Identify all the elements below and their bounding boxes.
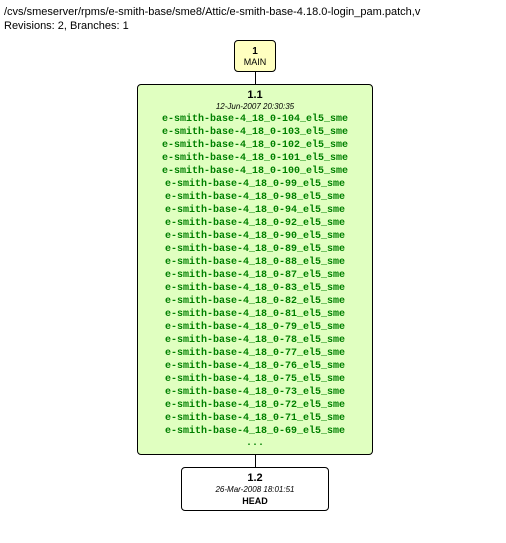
tag-entry: e-smith-base-4_18_0-87_el5_sme [162,269,348,282]
tag-entry: e-smith-base-4_18_0-72_el5_sme [162,399,348,412]
tag-entry: e-smith-base-4_18_0-100_el5_sme [162,165,348,178]
tag-list: e-smith-base-4_18_0-104_el5_smee-smith-b… [162,113,348,438]
revision-graph: 1 MAIN 1.1 12-Jun-2007 20:30:35 e-smith-… [6,40,504,511]
tag-entry: e-smith-base-4_18_0-103_el5_sme [162,126,348,139]
tag-entry: e-smith-base-4_18_0-76_el5_sme [162,360,348,373]
tag-entry: e-smith-base-4_18_0-82_el5_sme [162,295,348,308]
tag-entry: e-smith-base-4_18_0-89_el5_sme [162,243,348,256]
revision-date: 12-Jun-2007 20:30:35 [216,102,294,111]
tag-entry: e-smith-base-4_18_0-101_el5_sme [162,152,348,165]
tag-entry: e-smith-base-4_18_0-102_el5_sme [162,139,348,152]
tag-entry: e-smith-base-4_18_0-83_el5_sme [162,282,348,295]
tag-entry: e-smith-base-4_18_0-98_el5_sme [162,191,348,204]
revisions-summary: Revisions: 2, Branches: 1 [4,20,506,32]
branch-label: MAIN [244,57,267,67]
file-path: /cvs/smeserver/rpms/e-smith-base/sme8/At… [4,6,506,18]
tag-entry: e-smith-base-4_18_0-88_el5_sme [162,256,348,269]
tag-entry: e-smith-base-4_18_0-78_el5_sme [162,334,348,347]
branch-number: 1 [252,46,258,57]
revision-number: 1.2 [247,472,262,484]
head-label: HEAD [242,496,268,506]
tag-entry: e-smith-base-4_18_0-104_el5_sme [162,113,348,126]
revision-node-1-2[interactable]: 1.2 26-Mar-2008 18:01:51 HEAD [181,467,329,511]
revision-date: 26-Mar-2008 18:01:51 [215,485,294,494]
tag-entry: e-smith-base-4_18_0-71_el5_sme [162,412,348,425]
branch-node-main[interactable]: 1 MAIN [234,40,276,72]
tag-entry: e-smith-base-4_18_0-90_el5_sme [162,230,348,243]
revision-number: 1.1 [247,89,262,101]
tag-entry: e-smith-base-4_18_0-75_el5_sme [162,373,348,386]
tag-entry: e-smith-base-4_18_0-94_el5_sme [162,204,348,217]
tag-entry: e-smith-base-4_18_0-69_el5_sme [162,425,348,438]
tag-entry: e-smith-base-4_18_0-77_el5_sme [162,347,348,360]
tag-entry: e-smith-base-4_18_0-99_el5_sme [162,178,348,191]
tag-entry: e-smith-base-4_18_0-92_el5_sme [162,217,348,230]
connector-line [255,455,256,467]
tag-entry: e-smith-base-4_18_0-79_el5_sme [162,321,348,334]
tag-entry: e-smith-base-4_18_0-81_el5_sme [162,308,348,321]
tags-ellipsis: ... [246,438,264,450]
revision-node-1-1[interactable]: 1.1 12-Jun-2007 20:30:35 e-smith-base-4_… [137,84,373,455]
tag-entry: e-smith-base-4_18_0-73_el5_sme [162,386,348,399]
connector-line [255,72,256,84]
